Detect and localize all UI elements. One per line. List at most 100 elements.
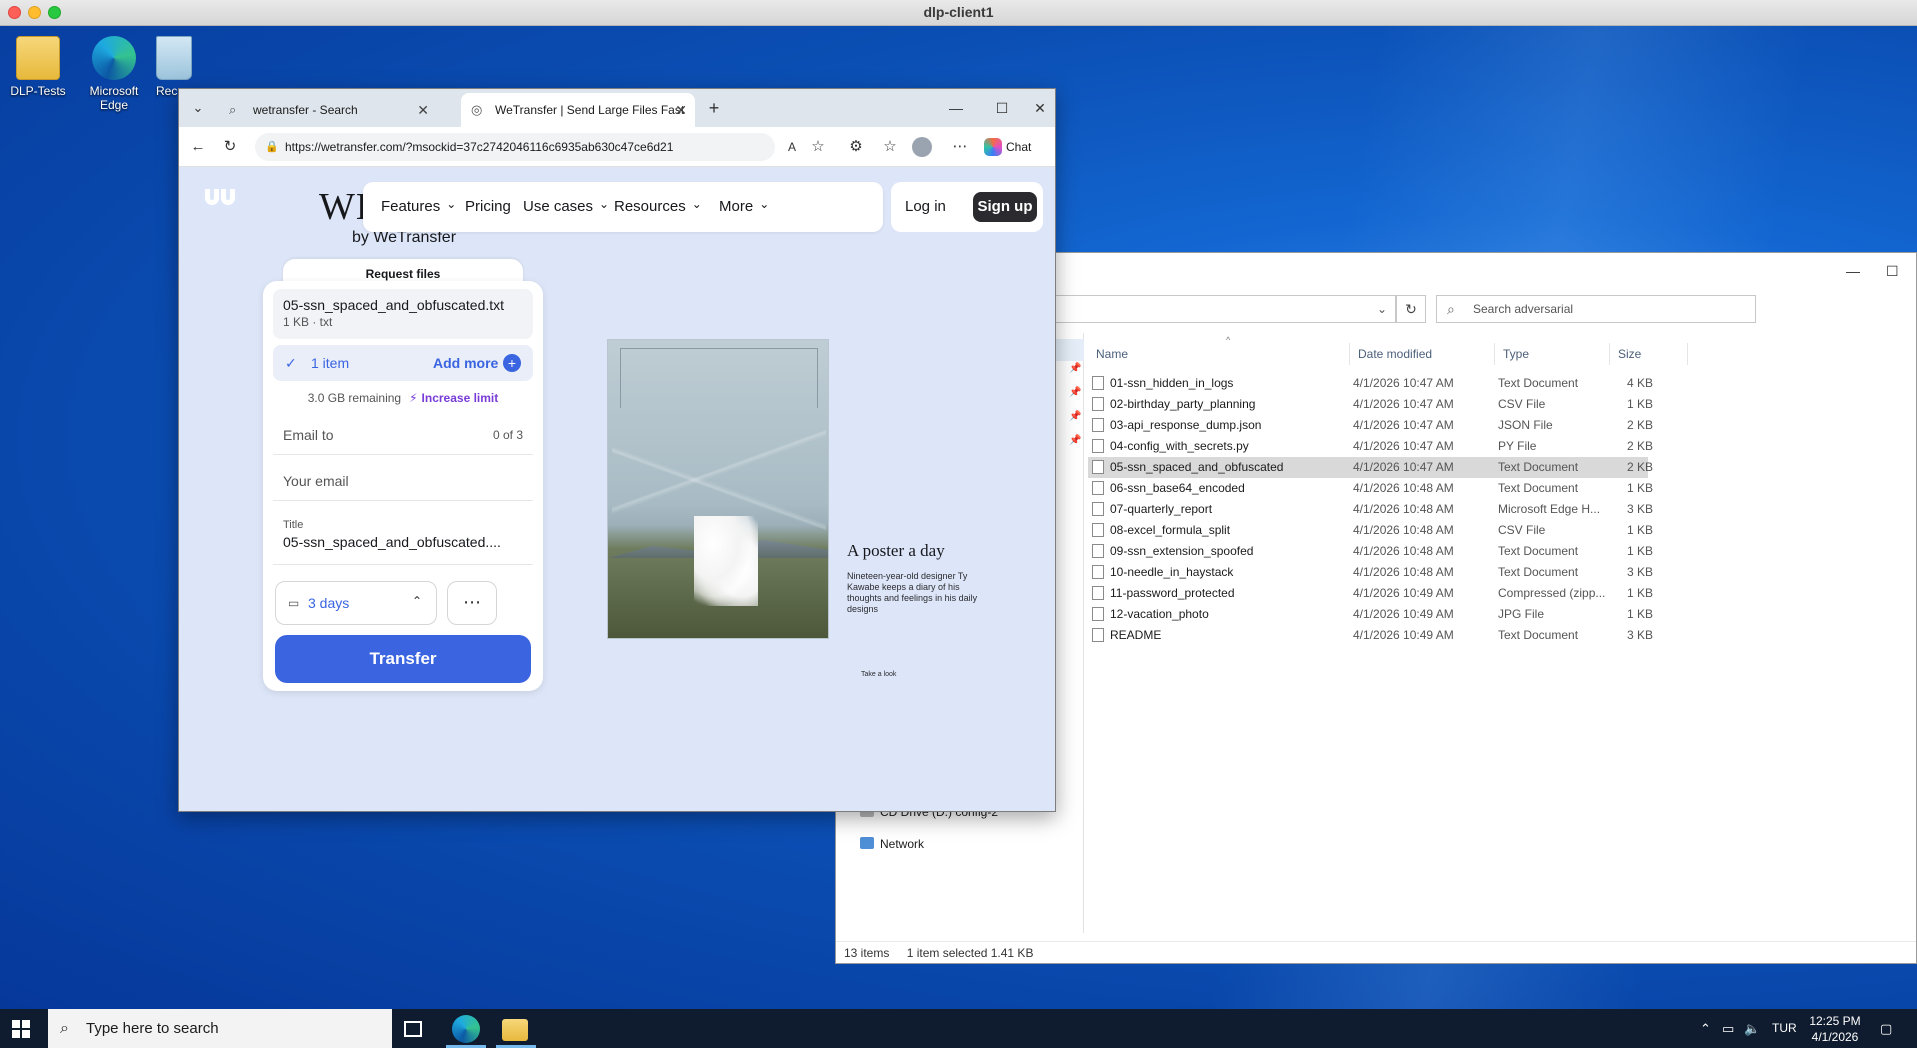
- favorites-icon[interactable]: ☆: [877, 135, 903, 159]
- favorite-star-icon[interactable]: ☆: [805, 135, 831, 159]
- more-options-icon[interactable]: ⋯: [947, 135, 973, 159]
- windows-start-icon[interactable]: [12, 1020, 30, 1038]
- storage-remaining: 3.0 GB remaining ⚡ Increase limit: [307, 391, 499, 405]
- file-icon: [1092, 628, 1104, 642]
- file-name: 02-birthday_party_planning: [1092, 394, 1312, 415]
- maximize-icon[interactable]: ☐: [987, 95, 1017, 121]
- title-field[interactable]: Title 05-ssn_spaced_and_obfuscated....: [273, 515, 533, 565]
- upload-panel: 05-ssn_spaced_and_obfuscated.txt 1 KB · …: [263, 281, 543, 691]
- close-tab-icon[interactable]: ✕: [417, 93, 429, 127]
- close-tab-icon[interactable]: ✕: [675, 93, 687, 127]
- file-row[interactable]: 02-birthday_party_planning 4/1/2026 10:47…: [1088, 394, 1653, 415]
- items-summary[interactable]: ✓ 1 item Add more +: [273, 345, 533, 381]
- extensions-icon[interactable]: ⚙: [843, 135, 869, 159]
- tab-wetransfer-search[interactable]: ⌕ wetransfer - Search ✕: [219, 93, 437, 127]
- file-row[interactable]: 12-vacation_photo 4/1/2026 10:49 AM JPG Fi…: [1088, 604, 1653, 625]
- browser-toolbar: ← ↻ 🔒 https://wetransfer.com/?msockid=37…: [179, 127, 1055, 167]
- language-indicator[interactable]: TUR: [1772, 1009, 1797, 1048]
- signup-button[interactable]: Sign up: [973, 192, 1037, 222]
- title-label: Title: [283, 519, 304, 531]
- add-more-button[interactable]: Add more: [433, 345, 498, 381]
- desktop-icon-microsoft-edge[interactable]: Microsoft Edge: [78, 36, 150, 112]
- desktop: DLP-Tests Microsoft Edge Rec — ☐ adversa…: [0, 26, 1917, 1009]
- file-row[interactable]: 03-api_response_dump.json 4/1/2026 10:47 …: [1088, 415, 1653, 436]
- explorer-search-input[interactable]: ⌕ Search adversarial: [1436, 295, 1756, 323]
- lock-icon: 🔒: [265, 141, 279, 153]
- auth-nav: Log in Sign up: [891, 182, 1043, 232]
- profile-avatar[interactable]: [912, 137, 932, 157]
- file-explorer-taskbar-icon[interactable]: [502, 1019, 528, 1041]
- tab-wetransfer[interactable]: ◎ WeTransfer | Send Large Files Fast ✕: [461, 93, 695, 127]
- file-row[interactable]: 11-password_protected 4/1/2026 10:49 AM Co…: [1088, 583, 1653, 604]
- nav-more[interactable]: More: [719, 182, 769, 232]
- nav-resources[interactable]: Resources: [614, 182, 702, 232]
- file-size: 2 KB: [1626, 460, 1653, 474]
- file-type: Microsoft Edge H...: [1498, 502, 1601, 516]
- edge-taskbar-icon[interactable]: [452, 1015, 480, 1043]
- volume-icon[interactable]: 🔈: [1744, 1009, 1760, 1048]
- nav-use-cases[interactable]: Use cases: [523, 182, 609, 232]
- file-type: Text Document: [1498, 460, 1579, 474]
- taskbar-search[interactable]: ⌕ Type here to search: [48, 1009, 392, 1048]
- minimize-icon[interactable]: —: [941, 95, 971, 121]
- close-icon[interactable]: ✕: [1025, 95, 1055, 121]
- zoom-window-button[interactable]: [48, 6, 61, 19]
- new-tab-button[interactable]: +: [701, 97, 727, 121]
- network-icon[interactable]: ▭: [1722, 1009, 1734, 1048]
- column-name[interactable]: Name: [1088, 343, 1350, 365]
- refresh-button[interactable]: ↻: [1396, 295, 1426, 323]
- file-row[interactable]: 06-ssn_base64_encoded 4/1/2026 10:48 AM Te…: [1088, 478, 1653, 499]
- file-date: 4/1/2026 10:47 AM: [1353, 439, 1454, 453]
- nav-features[interactable]: Features: [381, 182, 456, 232]
- email-to-field[interactable]: Email to 0 of 3: [273, 415, 533, 455]
- login-link[interactable]: Log in: [905, 182, 946, 232]
- file-date: 4/1/2026 10:47 AM: [1353, 376, 1454, 390]
- back-arrow-icon[interactable]: ←: [185, 135, 211, 159]
- nav-item-network[interactable]: Network: [860, 837, 924, 851]
- poster-image[interactable]: [607, 339, 829, 639]
- your-email-field[interactable]: Your email: [273, 461, 533, 501]
- file-row[interactable]: 09-ssn_extension_spoofed 4/1/2026 10:48 A…: [1088, 541, 1653, 562]
- copilot-chat-button[interactable]: Chat: [982, 135, 1031, 159]
- column-size[interactable]: Size: [1610, 343, 1688, 365]
- desktop-icon-dlp-tests[interactable]: DLP-Tests: [2, 36, 74, 98]
- ad-take-a-look-link[interactable]: Take a look: [861, 671, 896, 678]
- minimize-icon[interactable]: —: [1846, 263, 1860, 279]
- minimize-window-button[interactable]: [28, 6, 41, 19]
- uploaded-file-item[interactable]: 05-ssn_spaced_and_obfuscated.txt 1 KB · …: [273, 289, 533, 339]
- expiry-dropdown[interactable]: ▭ 3 days ⌃: [275, 581, 437, 625]
- url-bar[interactable]: 🔒 https://wetransfer.com/?msockid=37c274…: [255, 133, 775, 161]
- file-name: 09-ssn_extension_spoofed: [1092, 541, 1312, 562]
- task-view-icon[interactable]: [404, 1021, 422, 1037]
- file-row[interactable]: 01-ssn_hidden_in_logs 4/1/2026 10:47 AM Te…: [1088, 373, 1653, 394]
- file-row[interactable]: 08-excel_formula_split 4/1/2026 10:48 AM C…: [1088, 520, 1653, 541]
- reload-icon[interactable]: ↻: [217, 135, 243, 159]
- chevron-up-icon[interactable]: ⌃: [1700, 1009, 1711, 1048]
- transfer-button[interactable]: Transfer: [275, 635, 531, 683]
- wetransfer-logo-icon[interactable]: [205, 189, 245, 213]
- read-aloud-icon[interactable]: A: [779, 135, 805, 159]
- file-list-header: Name Date modified Type Size: [1088, 343, 1688, 365]
- increase-limit-link[interactable]: Increase limit: [422, 391, 499, 405]
- file-row[interactable]: README 4/1/2026 10:49 AM Text Document 3 KB: [1088, 625, 1653, 646]
- file-size: 1 KB: [1626, 586, 1653, 600]
- nav-pricing[interactable]: Pricing: [465, 182, 511, 232]
- tab-actions-chevron-icon[interactable]: ⌄: [185, 97, 211, 121]
- file-row[interactable]: 10-needle_in_haystack 4/1/2026 10:48 AM Te…: [1088, 562, 1653, 583]
- close-window-button[interactable]: [8, 6, 21, 19]
- clock[interactable]: 12:25 PM 4/1/2026: [1800, 1013, 1870, 1045]
- file-row[interactable]: 07-quarterly_report 4/1/2026 10:48 AM Micr…: [1088, 499, 1653, 520]
- chevron-down-icon[interactable]: ⌄: [1377, 296, 1387, 322]
- notifications-icon[interactable]: ▢: [1880, 1009, 1892, 1048]
- file-type: Text Document: [1498, 628, 1579, 642]
- column-type[interactable]: Type: [1495, 343, 1610, 365]
- column-date-modified[interactable]: Date modified: [1350, 343, 1495, 365]
- more-options-button[interactable]: ⋯: [447, 581, 497, 625]
- recipient-count: 0 of 3: [492, 428, 523, 442]
- file-row[interactable]: 04-config_with_secrets.py 4/1/2026 10:47 …: [1088, 436, 1653, 457]
- file-row[interactable]: 05-ssn_spaced_and_obfuscated 4/1/2026 10:…: [1088, 457, 1653, 478]
- plus-icon[interactable]: +: [503, 354, 521, 372]
- maximize-icon[interactable]: ☐: [1886, 263, 1899, 280]
- pin-icon: 📌: [1069, 435, 1082, 446]
- file-name: 01-ssn_hidden_in_logs: [1092, 373, 1312, 394]
